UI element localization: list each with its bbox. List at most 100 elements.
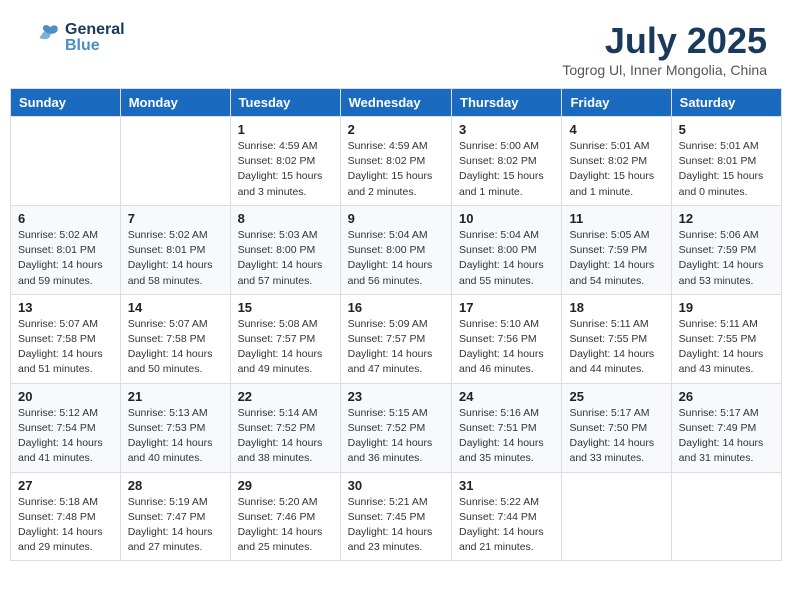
day-number: 15 <box>238 300 333 315</box>
calendar-table: SundayMondayTuesdayWednesdayThursdayFrid… <box>10 88 782 561</box>
day-number: 24 <box>459 389 554 404</box>
day-info: Sunrise: 5:18 AM Sunset: 7:48 PM Dayligh… <box>18 495 113 556</box>
logo: General Blue <box>25 20 125 56</box>
week-row-3: 13 Sunrise: 5:07 AM Sunset: 7:58 PM Dayli… <box>11 294 782 383</box>
day-cell: 24Sunrise: 5:16 AM Sunset: 7:51 PM Dayli… <box>452 383 562 472</box>
day-cell <box>11 117 121 206</box>
day-header-monday: Monday <box>120 89 230 117</box>
day-number: 10 <box>459 211 554 226</box>
day-number: 21 <box>128 389 223 404</box>
day-number: 7 <box>128 211 223 226</box>
day-info: Sunrise: 5:05 AM Sunset: 7:59 PM Dayligh… <box>569 228 663 289</box>
day-number: 6 <box>18 211 113 226</box>
day-number: 22 <box>238 389 333 404</box>
day-cell: 10 Sunrise: 5:04 AM Sunset: 8:00 PM Dayli… <box>452 205 562 294</box>
day-info: Sunrise: 5:07 AM Sunset: 7:58 PM Dayligh… <box>128 317 223 378</box>
day-info: Sunrise: 5:09 AM Sunset: 7:57 PM Dayligh… <box>348 317 444 378</box>
day-info: Sunrise: 5:00 AM Sunset: 8:02 PM Dayligh… <box>459 139 554 200</box>
day-info: Sunrise: 5:19 AM Sunset: 7:47 PM Dayligh… <box>128 495 223 556</box>
day-cell <box>562 472 671 561</box>
day-header-friday: Friday <box>562 89 671 117</box>
day-cell: 14Sunrise: 5:07 AM Sunset: 7:58 PM Dayli… <box>120 294 230 383</box>
day-number: 30 <box>348 478 444 493</box>
day-info: Sunrise: 5:03 AM Sunset: 8:00 PM Dayligh… <box>238 228 333 289</box>
day-header-sunday: Sunday <box>11 89 121 117</box>
day-cell: 18 Sunrise: 5:11 AM Sunset: 7:55 PM Dayli… <box>562 294 671 383</box>
day-cell: 15 Sunrise: 5:08 AM Sunset: 7:57 PM Dayli… <box>230 294 340 383</box>
day-info: Sunrise: 5:08 AM Sunset: 7:57 PM Dayligh… <box>238 317 333 378</box>
day-header-saturday: Saturday <box>671 89 781 117</box>
day-cell: 30Sunrise: 5:21 AM Sunset: 7:45 PM Dayli… <box>340 472 451 561</box>
day-cell: 25Sunrise: 5:17 AM Sunset: 7:50 PM Dayli… <box>562 383 671 472</box>
day-cell: 28 Sunrise: 5:19 AM Sunset: 7:47 PM Dayli… <box>120 472 230 561</box>
week-row-1: 1Sunrise: 4:59 AM Sunset: 8:02 PM Daylig… <box>11 117 782 206</box>
day-number: 26 <box>679 389 774 404</box>
day-info: Sunrise: 4:59 AM Sunset: 8:02 PM Dayligh… <box>238 139 333 200</box>
day-info: Sunrise: 5:11 AM Sunset: 7:55 PM Dayligh… <box>569 317 663 378</box>
day-number: 13 <box>18 300 113 315</box>
day-info: Sunrise: 5:10 AM Sunset: 7:56 PM Dayligh… <box>459 317 554 378</box>
day-number: 12 <box>679 211 774 226</box>
day-info: Sunrise: 5:02 AM Sunset: 8:01 PM Dayligh… <box>128 228 223 289</box>
day-number: 4 <box>569 122 663 137</box>
day-cell: 7 Sunrise: 5:02 AM Sunset: 8:01 PM Daylig… <box>120 205 230 294</box>
day-cell: 26 Sunrise: 5:17 AM Sunset: 7:49 PM Dayli… <box>671 383 781 472</box>
location: Togrog Ul, Inner Mongolia, China <box>562 62 767 78</box>
day-number: 31 <box>459 478 554 493</box>
day-info: Sunrise: 5:07 AM Sunset: 7:58 PM Dayligh… <box>18 317 113 378</box>
day-cell: 17Sunrise: 5:10 AM Sunset: 7:56 PM Dayli… <box>452 294 562 383</box>
day-info: Sunrise: 5:01 AM Sunset: 8:02 PM Dayligh… <box>569 139 663 200</box>
logo-blue: Blue <box>65 38 125 54</box>
day-cell: 13 Sunrise: 5:07 AM Sunset: 7:58 PM Dayli… <box>11 294 121 383</box>
day-cell: 29 Sunrise: 5:20 AM Sunset: 7:46 PM Dayli… <box>230 472 340 561</box>
header-row: SundayMondayTuesdayWednesdayThursdayFrid… <box>11 89 782 117</box>
week-row-4: 20Sunrise: 5:12 AM Sunset: 7:54 PM Dayli… <box>11 383 782 472</box>
day-number: 3 <box>459 122 554 137</box>
day-number: 20 <box>18 389 113 404</box>
month-title: July 2025 <box>562 20 767 62</box>
day-info: Sunrise: 5:04 AM Sunset: 8:00 PM Dayligh… <box>459 228 554 289</box>
day-info: Sunrise: 4:59 AM Sunset: 8:02 PM Dayligh… <box>348 139 444 200</box>
day-cell: 9 Sunrise: 5:04 AM Sunset: 8:00 PM Daylig… <box>340 205 451 294</box>
day-header-tuesday: Tuesday <box>230 89 340 117</box>
title-area: July 2025 Togrog Ul, Inner Mongolia, Chi… <box>562 20 767 78</box>
day-info: Sunrise: 5:04 AM Sunset: 8:00 PM Dayligh… <box>348 228 444 289</box>
calendar-header: SundayMondayTuesdayWednesdayThursdayFrid… <box>11 89 782 117</box>
day-number: 27 <box>18 478 113 493</box>
day-number: 29 <box>238 478 333 493</box>
day-number: 2 <box>348 122 444 137</box>
day-cell <box>671 472 781 561</box>
day-info: Sunrise: 5:13 AM Sunset: 7:53 PM Dayligh… <box>128 406 223 467</box>
day-number: 9 <box>348 211 444 226</box>
day-header-wednesday: Wednesday <box>340 89 451 117</box>
day-number: 28 <box>128 478 223 493</box>
day-cell: 31Sunrise: 5:22 AM Sunset: 7:44 PM Dayli… <box>452 472 562 561</box>
day-info: Sunrise: 5:17 AM Sunset: 7:49 PM Dayligh… <box>679 406 774 467</box>
day-info: Sunrise: 5:06 AM Sunset: 7:59 PM Dayligh… <box>679 228 774 289</box>
day-cell: 23 Sunrise: 5:15 AM Sunset: 7:52 PM Dayli… <box>340 383 451 472</box>
day-info: Sunrise: 5:02 AM Sunset: 8:01 PM Dayligh… <box>18 228 113 289</box>
week-row-2: 6 Sunrise: 5:02 AM Sunset: 8:01 PM Daylig… <box>11 205 782 294</box>
day-info: Sunrise: 5:20 AM Sunset: 7:46 PM Dayligh… <box>238 495 333 556</box>
logo-icon <box>25 20 61 56</box>
day-info: Sunrise: 5:17 AM Sunset: 7:50 PM Dayligh… <box>569 406 663 467</box>
day-info: Sunrise: 5:01 AM Sunset: 8:01 PM Dayligh… <box>679 139 774 200</box>
page-header: General Blue July 2025 Togrog Ul, Inner … <box>10 10 782 83</box>
day-cell: 16Sunrise: 5:09 AM Sunset: 7:57 PM Dayli… <box>340 294 451 383</box>
day-cell: 8 Sunrise: 5:03 AM Sunset: 8:00 PM Daylig… <box>230 205 340 294</box>
day-cell: 2 Sunrise: 4:59 AM Sunset: 8:02 PM Daylig… <box>340 117 451 206</box>
day-header-thursday: Thursday <box>452 89 562 117</box>
week-row-5: 27 Sunrise: 5:18 AM Sunset: 7:48 PM Dayli… <box>11 472 782 561</box>
day-cell: 22 Sunrise: 5:14 AM Sunset: 7:52 PM Dayli… <box>230 383 340 472</box>
day-info: Sunrise: 5:14 AM Sunset: 7:52 PM Dayligh… <box>238 406 333 467</box>
day-cell: 27 Sunrise: 5:18 AM Sunset: 7:48 PM Dayli… <box>11 472 121 561</box>
day-number: 19 <box>679 300 774 315</box>
day-number: 18 <box>569 300 663 315</box>
day-info: Sunrise: 5:15 AM Sunset: 7:52 PM Dayligh… <box>348 406 444 467</box>
day-number: 8 <box>238 211 333 226</box>
day-cell: 4 Sunrise: 5:01 AM Sunset: 8:02 PM Daylig… <box>562 117 671 206</box>
day-cell: 3 Sunrise: 5:00 AM Sunset: 8:02 PM Daylig… <box>452 117 562 206</box>
day-number: 23 <box>348 389 444 404</box>
logo-general: General <box>65 22 125 38</box>
logo-text: General Blue <box>65 22 125 54</box>
